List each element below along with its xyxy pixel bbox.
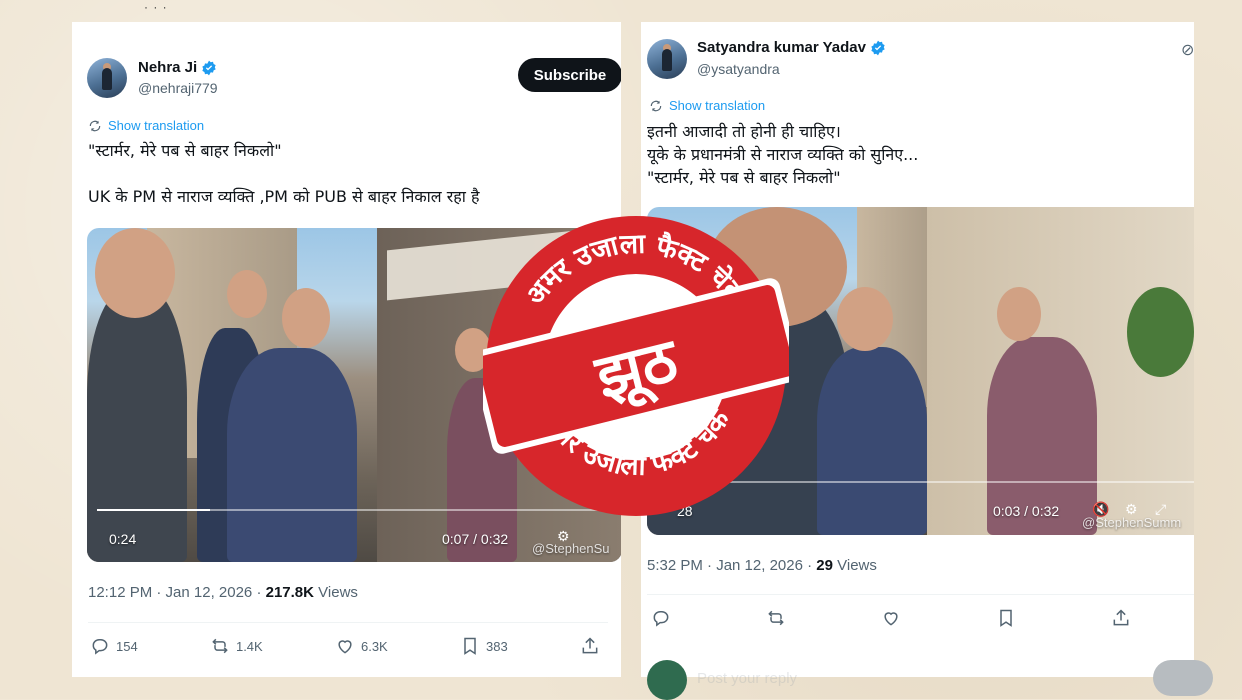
tweet-meta: 5:32 PM · Jan 12, 2026 · 29 Views — [647, 557, 877, 574]
video-frame-person — [817, 347, 927, 535]
tweet-text: इतनी आजादी तो होनी ही चाहिए। यूके के प्र… — [647, 122, 919, 187]
video-watermark: @StephenSumm — [1082, 515, 1182, 530]
video-frame-head — [997, 287, 1041, 341]
share-icon — [1113, 609, 1129, 626]
like-button[interactable]: 6.3K — [335, 636, 388, 656]
reply-button[interactable] — [651, 608, 671, 628]
reply-icon — [653, 611, 669, 627]
reply-button[interactable]: 154 — [90, 636, 138, 656]
reply-input-placeholder[interactable]: Post your reply — [697, 670, 797, 687]
video-elapsed: 0:24 — [109, 531, 137, 547]
verified-badge-icon — [871, 40, 885, 55]
repost-button[interactable]: 1.4K — [210, 636, 263, 656]
views-count: 217.8K — [265, 584, 314, 601]
timestamp[interactable]: 12:12 PM · Jan 12, 2026 · — [88, 584, 266, 601]
fact-check-stamp: अमर उजाला फैक्ट चेक अमर उजाला फैक्ट चेक … — [483, 216, 789, 516]
bookmark-button[interactable] — [996, 608, 1016, 628]
bookmark-icon — [1000, 609, 1012, 627]
display-name[interactable]: Satyandra kumar Yadav — [697, 39, 866, 56]
like-icon — [884, 612, 898, 626]
video-time: 0:07 / 0:32 — [442, 531, 509, 547]
repost-button[interactable] — [766, 608, 786, 628]
like-icon — [338, 640, 352, 654]
video-frame-person — [87, 288, 187, 562]
avatar[interactable] — [87, 58, 127, 98]
handle[interactable]: @nehraji779 — [138, 80, 218, 96]
video-time: 0:03 / 0:32 — [993, 503, 1060, 519]
video-frame-head — [282, 288, 330, 348]
bookmark-button[interactable]: 383 — [460, 636, 508, 656]
video-frame-plant — [1127, 287, 1194, 377]
views-count: 29 — [816, 557, 833, 574]
video-frame-head — [227, 270, 267, 318]
like-count: 6.3K — [360, 638, 388, 654]
tweet-text: "स्टार्मर, मेरे पब से बाहर निकलो" UK के … — [88, 141, 480, 206]
show-translation-label: Show translation — [108, 118, 205, 133]
grok-icon[interactable]: ⊘ — [1181, 40, 1194, 60]
repost-icon — [768, 610, 784, 626]
timestamp[interactable]: 5:32 PM · Jan 12, 2026 · — [647, 557, 816, 574]
share-button[interactable] — [580, 636, 600, 656]
author-name-row: Nehra Ji — [138, 59, 217, 76]
translate-icon — [89, 120, 101, 131]
reply-avatar — [647, 660, 687, 700]
reply-count: 154 — [116, 638, 138, 654]
video-frame-person — [227, 348, 357, 562]
reply-icon — [92, 639, 108, 655]
show-translation-label: Show translation — [669, 98, 766, 113]
share-button[interactable] — [1111, 608, 1131, 628]
display-name[interactable]: Nehra Ji — [138, 59, 197, 76]
bookmark-icon — [464, 637, 476, 655]
repost-icon — [212, 638, 228, 654]
reply-button-faded[interactable] — [1153, 660, 1213, 696]
action-bar: 154 1.4K 6.3K 383 — [90, 636, 600, 656]
like-button[interactable] — [881, 608, 901, 628]
views-label: Views — [837, 557, 877, 574]
video-frame-head — [95, 228, 175, 318]
divider — [647, 594, 1194, 595]
show-translation-link[interactable]: Show translation — [649, 98, 765, 113]
video-frame-head — [837, 287, 893, 351]
video-watermark: @StephenSu — [532, 541, 610, 556]
share-icon — [582, 637, 598, 654]
views-label: Views — [318, 584, 358, 601]
action-bar — [651, 608, 1131, 628]
avatar[interactable] — [647, 39, 687, 79]
show-translation-link[interactable]: Show translation — [88, 118, 204, 133]
verified-badge-icon — [202, 60, 216, 75]
tweet-meta: 12:12 PM · Jan 12, 2026 · 217.8K Views — [88, 584, 358, 601]
repost-count: 1.4K — [235, 638, 263, 654]
divider — [88, 622, 608, 623]
subscribe-button[interactable]: Subscribe — [518, 58, 621, 92]
handle[interactable]: @ysatyandra — [697, 61, 780, 77]
author-name-row: Satyandra kumar Yadav — [697, 39, 886, 56]
top-edge-mark: · · · — [144, 0, 168, 14]
video-progress-fill — [97, 509, 211, 511]
bookmark-count: 383 — [486, 638, 508, 654]
translate-icon — [650, 100, 662, 111]
